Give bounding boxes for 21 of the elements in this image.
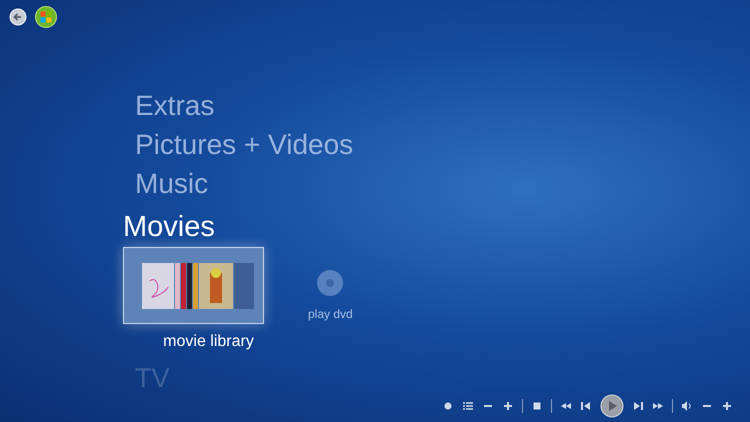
menu-item[interactable]: Extras (135, 86, 357, 125)
menu-item[interactable]: Music (135, 164, 357, 203)
rewind-icon[interactable] (560, 400, 572, 412)
tile-label: movie library (163, 332, 254, 352)
record-icon[interactable] (442, 400, 454, 412)
list-icon[interactable] (462, 400, 474, 412)
next-icon[interactable] (632, 400, 644, 412)
fast-forward-icon[interactable] (652, 400, 664, 412)
plus-icon[interactable] (721, 400, 733, 412)
play-button[interactable] (600, 394, 624, 418)
play-dvd-tile[interactable]: play dvd (304, 269, 357, 323)
back-button[interactable] (9, 8, 27, 26)
previous-icon[interactable] (580, 400, 592, 412)
disc-icon (316, 269, 344, 297)
plus-icon[interactable] (502, 400, 514, 412)
windows-logo-button[interactable] (35, 6, 57, 28)
volume-icon[interactable] (681, 400, 693, 412)
menu-item[interactable]: Pictures + Videos (135, 125, 357, 164)
menu-item[interactable]: Movies (123, 209, 357, 245)
stop-icon[interactable] (531, 400, 543, 412)
movie-library-tile[interactable] (123, 247, 264, 324)
